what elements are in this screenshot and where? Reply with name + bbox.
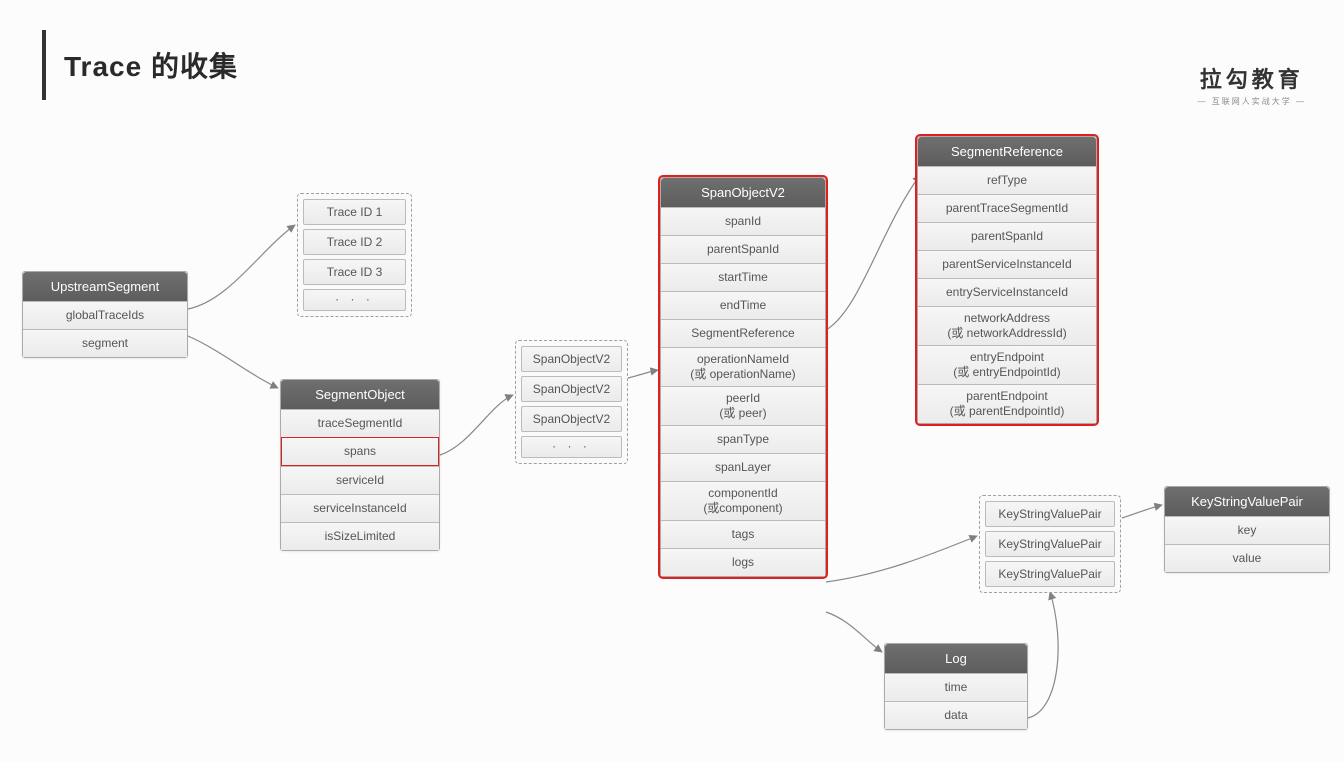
kvpair-row-value: value — [1165, 544, 1329, 572]
span-row: spanId — [661, 207, 825, 235]
segment-row-tracesegmentid: traceSegmentId — [281, 409, 439, 437]
page-title-bar: Trace 的收集 — [42, 30, 238, 100]
brand-tagline: — 互联网人实战大学 — — [1198, 96, 1306, 107]
segment-row-serviceinstanceid: serviceInstanceId — [281, 494, 439, 522]
span-row: endTime — [661, 291, 825, 319]
span-row: operationNameId (或 operationName) — [661, 347, 825, 386]
segment-row-issizelimited: isSizeLimited — [281, 522, 439, 550]
upstream-segment-header: UpstreamSegment — [23, 272, 187, 301]
brand-logo: 拉勾教育 — 互联网人实战大学 — — [1198, 62, 1306, 107]
span-list-item: SpanObjectV2 — [521, 376, 622, 402]
segref-row: parentEndpoint (或 parentEndpointId) — [918, 384, 1096, 423]
log-row-data: data — [885, 701, 1027, 729]
segref-row: networkAddress (或 networkAddressId) — [918, 306, 1096, 345]
segref-row: entryEndpoint (或 entryEndpointId) — [918, 345, 1096, 384]
span-row-segmentreference: SegmentReference — [661, 319, 825, 347]
span-row: parentSpanId — [661, 235, 825, 263]
kv-list-item: KeyStringValuePair — [985, 531, 1115, 557]
segment-row-spans: spans — [281, 437, 439, 466]
span-list-item: SpanObjectV2 — [521, 406, 622, 432]
segref-row: entryServiceInstanceId — [918, 278, 1096, 306]
span-list-item: SpanObjectV2 — [521, 346, 622, 372]
span-object-box: SpanObjectV2 spanId parentSpanId startTi… — [660, 177, 826, 577]
segref-row: refType — [918, 166, 1096, 194]
segment-row-serviceid: serviceId — [281, 466, 439, 494]
segment-reference-box: SegmentReference refType parentTraceSegm… — [917, 136, 1097, 424]
segref-row: parentSpanId — [918, 222, 1096, 250]
kv-list: KeyStringValuePair KeyStringValuePair Ke… — [979, 495, 1121, 593]
span-row-logs: logs — [661, 548, 825, 576]
kv-list-item: KeyStringValuePair — [985, 561, 1115, 587]
traceid-item: Trace ID 1 — [303, 199, 406, 225]
traceid-item: Trace ID 3 — [303, 259, 406, 285]
span-row: spanType — [661, 425, 825, 453]
segment-object-header: SegmentObject — [281, 380, 439, 409]
traceid-item: Trace ID 2 — [303, 229, 406, 255]
log-box: Log time data — [884, 643, 1028, 730]
span-row: spanLayer — [661, 453, 825, 481]
kvpair-row-key: key — [1165, 516, 1329, 544]
upstream-row-segment: segment — [23, 329, 187, 357]
span-row: peerId (或 peer) — [661, 386, 825, 425]
upstream-segment-box: UpstreamSegment globalTraceIds segment — [22, 271, 188, 358]
segment-object-box: SegmentObject traceSegmentId spans servi… — [280, 379, 440, 551]
span-row: componentId (或component) — [661, 481, 825, 520]
log-header: Log — [885, 644, 1027, 673]
kv-list-item: KeyStringValuePair — [985, 501, 1115, 527]
log-row-time: time — [885, 673, 1027, 701]
brand-name: 拉勾教育 — [1198, 62, 1306, 94]
segref-row: parentServiceInstanceId — [918, 250, 1096, 278]
upstream-row-globaltraceids: globalTraceIds — [23, 301, 187, 329]
span-list-ellipsis: · · · — [521, 436, 622, 458]
kvpair-box: KeyStringValuePair key value — [1164, 486, 1330, 573]
page-title: Trace 的收集 — [64, 45, 238, 85]
span-row: startTime — [661, 263, 825, 291]
segment-reference-header: SegmentReference — [918, 137, 1096, 166]
kvpair-header: KeyStringValuePair — [1165, 487, 1329, 516]
span-row-tags: tags — [661, 520, 825, 548]
traceid-item-ellipsis: · · · — [303, 289, 406, 311]
traceid-list: Trace ID 1 Trace ID 2 Trace ID 3 · · · — [297, 193, 412, 317]
segref-row: parentTraceSegmentId — [918, 194, 1096, 222]
span-list: SpanObjectV2 SpanObjectV2 SpanObjectV2 ·… — [515, 340, 628, 464]
span-object-header: SpanObjectV2 — [661, 178, 825, 207]
